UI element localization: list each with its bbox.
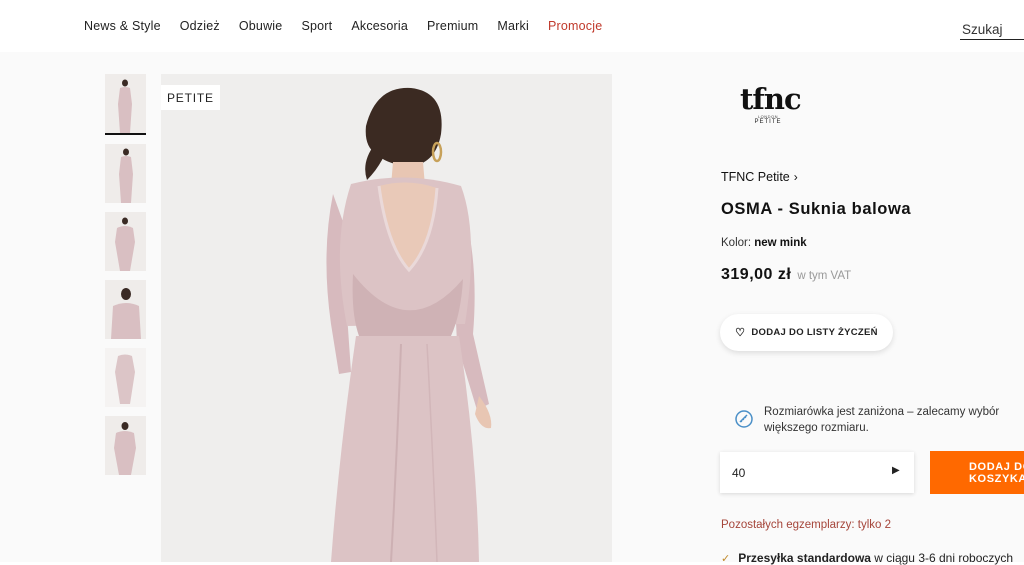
- brand-link[interactable]: TFNC Petite ›: [721, 170, 798, 184]
- product-title: OSMA - Suknia balowa: [721, 200, 912, 218]
- add-to-cart-button[interactable]: DODAJ DO KOSZYKA: [930, 451, 1024, 494]
- shipping-time: w ciągu 3-6 dni roboczych: [874, 551, 1014, 565]
- top-navigation-bar: News & Style Odzież Obuwie Sport Akcesor…: [0, 0, 1024, 52]
- color-row: Kolor: new mink: [721, 237, 807, 249]
- nav-premium[interactable]: Premium: [427, 19, 478, 33]
- thumbnail-4[interactable]: [105, 280, 146, 339]
- thumbnail-5[interactable]: [105, 348, 146, 407]
- size-advice-text: Rozmiarówka jest zaniżona – zalecamy wyb…: [764, 406, 1000, 434]
- add-to-wishlist-button[interactable]: ♡ DODAJ DO LISTY ŻYCZEŃ: [720, 314, 893, 351]
- nav-marki[interactable]: Marki: [497, 19, 529, 33]
- nav-sport[interactable]: Sport: [301, 19, 332, 33]
- check-icon: ✓: [721, 553, 731, 565]
- shipping-info: ✓ Przesyłka standardowa w ciągu 3-6 dni r…: [721, 551, 1013, 565]
- color-label: Kolor:: [721, 237, 752, 249]
- thumbnail-1[interactable]: [105, 74, 146, 135]
- main-nav: News & Style Odzież Obuwie Sport Akcesor…: [84, 19, 621, 33]
- brand-link-label: TFNC Petite: [721, 170, 790, 184]
- thumbnail-3[interactable]: [105, 212, 146, 271]
- brand-logo[interactable]: tfnc LONDON PETITE: [740, 84, 802, 128]
- ruler-icon: [735, 410, 753, 428]
- petite-badge: PETITE: [161, 85, 220, 110]
- thumbnail-2[interactable]: [105, 144, 146, 203]
- product-main-image[interactable]: [161, 74, 612, 562]
- price-row: 319,00 zł w tym VAT: [721, 266, 851, 284]
- color-value: new mink: [754, 237, 807, 249]
- thumbnail-strip: [105, 74, 147, 484]
- size-select[interactable]: 40 ▶: [720, 452, 914, 493]
- heart-icon: ♡: [735, 327, 746, 339]
- shipping-type: Przesyłka standardowa: [738, 551, 871, 565]
- play-arrow-icon: ▶: [892, 465, 900, 476]
- nav-odziez[interactable]: Odzież: [180, 19, 220, 33]
- selected-size: 40: [732, 466, 746, 480]
- thumbnail-6[interactable]: [105, 416, 146, 475]
- wishlist-label: DODAJ DO LISTY ŻYCZEŃ: [751, 327, 878, 338]
- search-input[interactable]: [960, 20, 1024, 40]
- product-price: 319,00 zł: [721, 266, 792, 283]
- stock-note: Pozostałych egzemplarzy: tylko 2: [721, 519, 892, 531]
- nav-akcesoria[interactable]: Akcesoria: [351, 19, 408, 33]
- chevron-right-icon: ›: [793, 170, 798, 184]
- vat-note: w tym VAT: [797, 270, 852, 282]
- nav-obuwie[interactable]: Obuwie: [239, 19, 283, 33]
- nav-news-style[interactable]: News & Style: [84, 19, 161, 33]
- nav-promocje[interactable]: Promocje: [548, 19, 602, 33]
